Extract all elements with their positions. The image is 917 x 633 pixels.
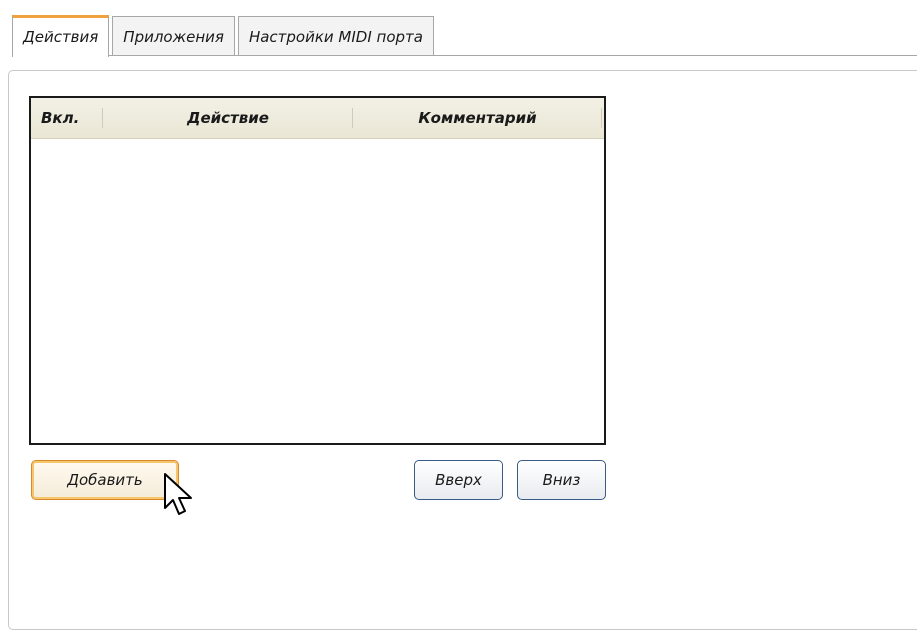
move-up-button[interactable]: Вверх <box>414 460 503 500</box>
column-header-comment[interactable]: Комментарий <box>353 98 602 138</box>
add-button-label: Добавить <box>67 471 143 489</box>
move-down-button[interactable]: Вниз <box>517 460 606 500</box>
tab-actions[interactable]: Действия <box>12 15 110 57</box>
column-header-comment-label: Комментарий <box>418 109 537 127</box>
column-header-enabled-label: Вкл. <box>41 109 80 127</box>
column-header-action[interactable]: Действие <box>103 98 353 138</box>
tab-actions-label: Действия <box>23 27 99 46</box>
actions-table[interactable]: Вкл. Действие Комментарий <box>29 96 606 445</box>
table-header: Вкл. Действие Комментарий <box>31 98 604 139</box>
table-body[interactable] <box>31 139 604 443</box>
move-up-button-label: Вверх <box>435 471 482 489</box>
column-header-enabled[interactable]: Вкл. <box>31 98 103 138</box>
move-down-button-label: Вниз <box>542 471 581 489</box>
tab-applications-label: Приложения <box>123 27 224 46</box>
column-header-action-label: Действие <box>187 109 269 127</box>
tab-strip-divider <box>12 55 917 56</box>
tab-strip: Действия Приложения Настройки MIDI порта <box>12 14 437 57</box>
tab-midi-port-settings-label: Настройки MIDI порта <box>248 27 423 46</box>
tab-applications[interactable]: Приложения <box>112 16 235 56</box>
add-button[interactable]: Добавить <box>31 460 179 500</box>
tab-midi-port-settings[interactable]: Настройки MIDI порта <box>237 16 434 56</box>
